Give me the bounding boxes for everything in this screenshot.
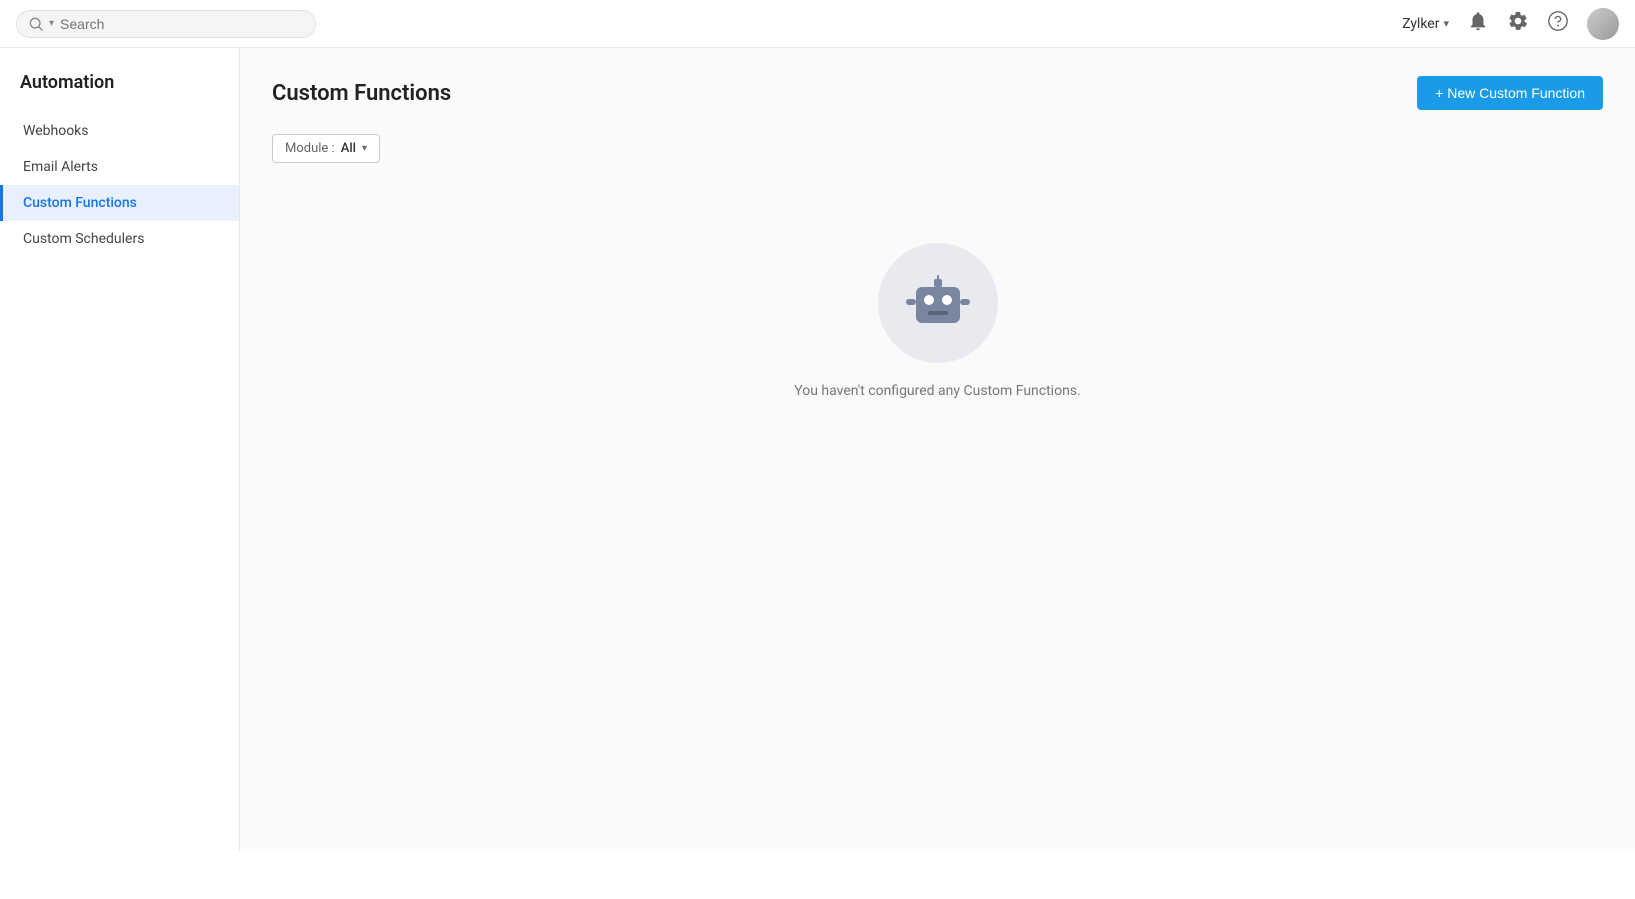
header: ▾ Zylker ▾ xyxy=(0,0,1635,48)
avatar[interactable] xyxy=(1587,8,1619,40)
sidebar-nav: Webhooks Email Alerts Custom Functions C… xyxy=(0,113,239,257)
layout: Automation Webhooks Email Alerts Custom … xyxy=(0,48,1635,851)
module-filter-value: All xyxy=(341,141,356,156)
search-icon xyxy=(29,17,43,31)
sidebar-item-email-alerts[interactable]: Email Alerts xyxy=(0,149,239,185)
sidebar-item-webhooks[interactable]: Webhooks xyxy=(0,113,239,149)
module-filter-label: Module : xyxy=(285,141,335,156)
search-dropdown-arrow[interactable]: ▾ xyxy=(49,18,54,29)
user-menu[interactable]: Zylker ▾ xyxy=(1402,16,1449,32)
header-left: ▾ xyxy=(16,10,316,38)
settings-icon[interactable] xyxy=(1507,10,1529,37)
module-dropdown[interactable]: Module : All ▾ xyxy=(272,134,380,163)
page-title: Custom Functions xyxy=(272,81,451,106)
user-name-label: Zylker xyxy=(1402,16,1439,32)
module-dropdown-arrow-icon: ▾ xyxy=(362,143,367,154)
header-right: Zylker ▾ xyxy=(1402,8,1619,40)
empty-state-message: You haven't configured any Custom Functi… xyxy=(794,383,1080,399)
avatar-image xyxy=(1587,8,1619,40)
search-bar: ▾ xyxy=(16,10,316,38)
sidebar-title: Automation xyxy=(0,72,239,113)
sidebar-item-custom-schedulers[interactable]: Custom Schedulers xyxy=(0,221,239,257)
user-chevron-icon: ▾ xyxy=(1443,17,1449,30)
filter-bar: Module : All ▾ xyxy=(272,134,1603,163)
custom-functions-empty-icon xyxy=(906,271,970,335)
empty-icon-circle xyxy=(878,243,998,363)
help-icon[interactable] xyxy=(1547,10,1569,37)
sidebar: Automation Webhooks Email Alerts Custom … xyxy=(0,48,240,851)
notification-icon[interactable] xyxy=(1467,10,1489,37)
new-custom-function-button[interactable]: + New Custom Function xyxy=(1417,76,1603,110)
main-content: Custom Functions + New Custom Function M… xyxy=(240,48,1635,851)
empty-state: You haven't configured any Custom Functi… xyxy=(272,243,1603,399)
sidebar-item-custom-functions[interactable]: Custom Functions xyxy=(0,185,239,221)
page-header: Custom Functions + New Custom Function xyxy=(272,76,1603,110)
search-input[interactable] xyxy=(60,16,280,32)
